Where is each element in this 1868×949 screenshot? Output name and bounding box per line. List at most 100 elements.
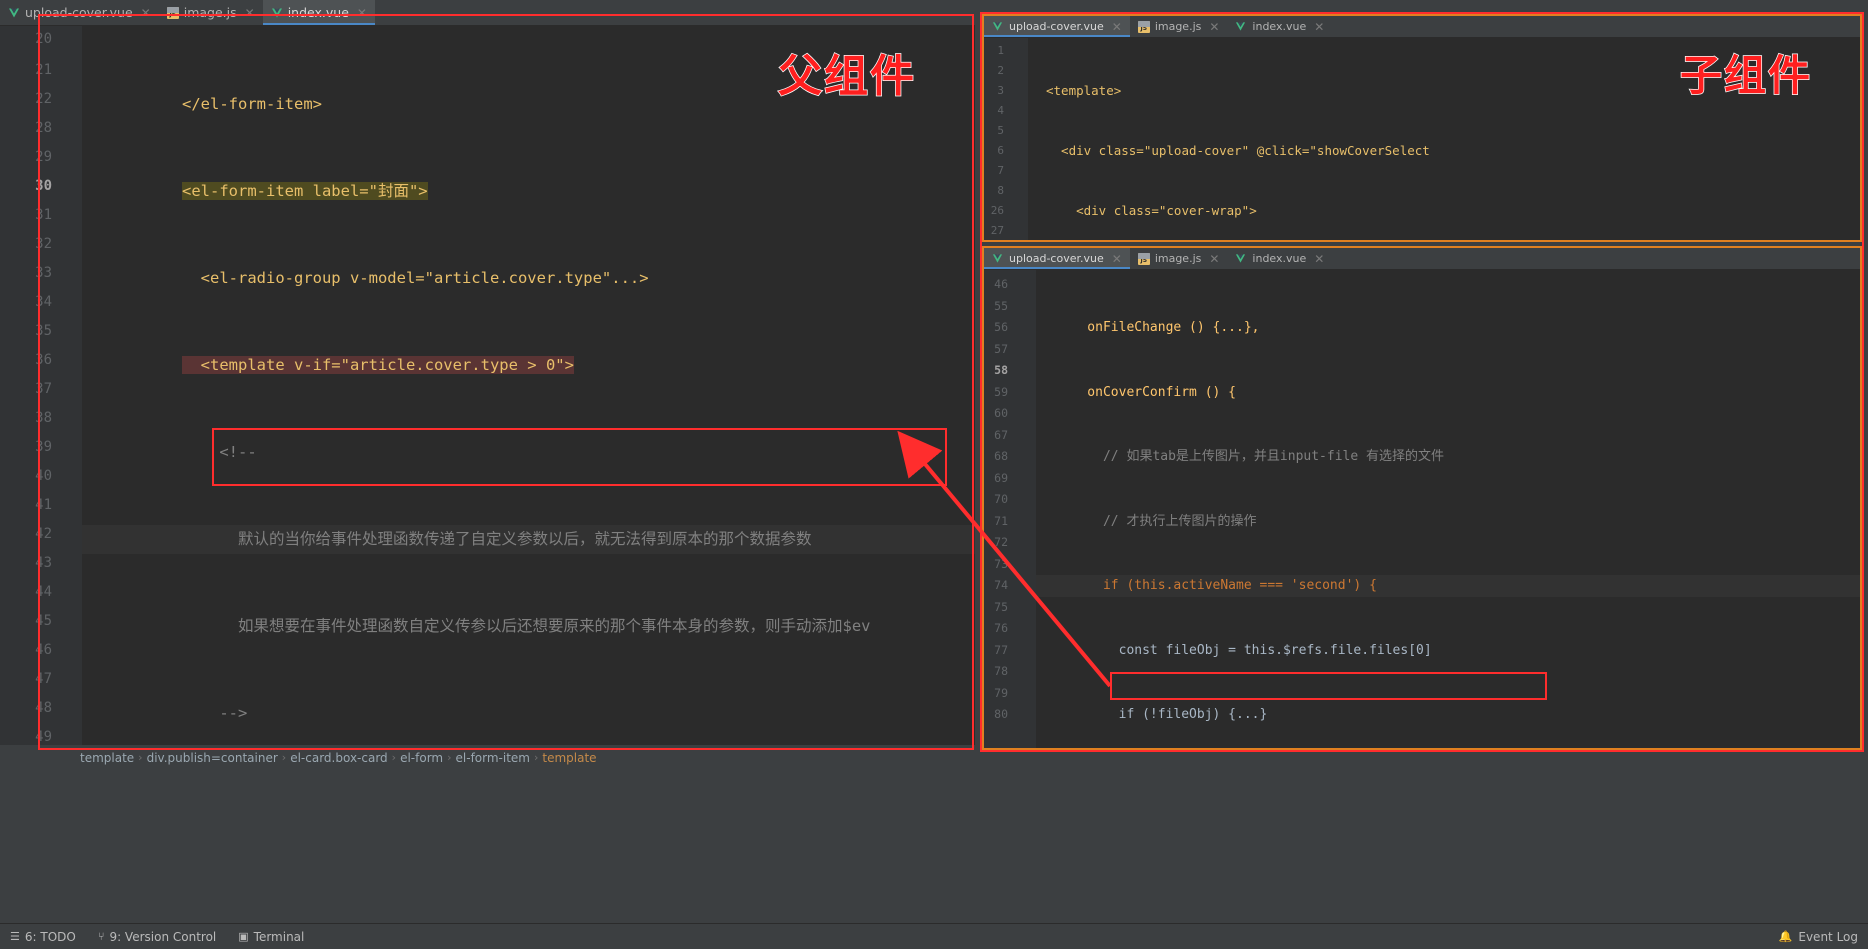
left-code-content[interactable]: </el-form-item> <el-form-item label="封面"…: [82, 26, 975, 745]
line-number: 4: [997, 104, 1004, 117]
close-icon[interactable]: ✕: [1209, 252, 1219, 266]
right-bottom-editor-panel: upload-cover.vue ✕ JS image.js ✕ index.v…: [982, 246, 1862, 750]
line-number: 74: [994, 578, 1008, 592]
code-text: <el-radio-group v-model="article.cover.t…: [182, 269, 649, 287]
line-number: 67: [994, 427, 1008, 442]
chevron-right-icon: ›: [391, 751, 397, 764]
line-number: 70: [994, 492, 1008, 506]
right-bottom-fold-column[interactable]: [1014, 270, 1036, 748]
tab-index-vue[interactable]: index.vue ✕: [1227, 16, 1332, 37]
right-top-fold-column[interactable]: [1010, 38, 1028, 240]
chevron-right-icon: ›: [447, 751, 452, 764]
breadcrumb-item[interactable]: template: [80, 751, 134, 765]
code-text: onFileChange () {...},: [1056, 320, 1260, 335]
status-label: Terminal: [253, 929, 305, 944]
code-line: 默认的当你给事件处理函数传递了自定义参数以后，就无法得到原本的那个数据参数: [82, 525, 975, 554]
status-version-control[interactable]: ⑂ 9: Version Control: [98, 930, 216, 944]
status-todo[interactable]: ☰ 6: TODO: [10, 930, 76, 944]
code-text: 如果想要在事件处理函数自定义传参以后还想要原来的那个事件本身的参数，则手动添加$…: [182, 617, 871, 635]
vue-icon: [1235, 21, 1247, 33]
breadcrumb-item[interactable]: template: [542, 751, 596, 765]
chevron-right-icon: ›: [138, 751, 143, 764]
close-icon[interactable]: ✕: [1112, 20, 1122, 34]
code-text: 默认的当你给事件处理函数传递了自定义参数以后，就无法得到原本的那个数据参数: [182, 530, 812, 548]
code-line: -->: [82, 699, 975, 728]
line-number: 71: [994, 513, 1008, 528]
close-icon[interactable]: ✕: [245, 6, 255, 20]
code-line: <el-form-item label="封面">: [82, 177, 975, 206]
breadcrumb-item[interactable]: el-form: [400, 751, 443, 765]
vue-icon: [1235, 253, 1247, 265]
line-number: 59: [994, 384, 1008, 399]
breadcrumb-item[interactable]: el-card.box-card: [290, 751, 387, 765]
tab-label: image.js: [183, 5, 237, 20]
close-icon[interactable]: ✕: [141, 6, 151, 20]
right-bottom-code-content[interactable]: onFileChange () {...}, onCoverConfirm ()…: [1036, 270, 1860, 748]
line-number: 27: [990, 224, 1004, 237]
tab-label: upload-cover.vue: [1009, 252, 1104, 265]
left-code-editor[interactable]: 20 21 22 28 29 30 31 32 33 34 35 36 37 3…: [0, 26, 975, 745]
line-number: 77: [994, 642, 1008, 657]
bell-icon: 🔔: [1778, 930, 1793, 943]
close-icon[interactable]: ✕: [1112, 252, 1122, 266]
line-number: 20: [35, 31, 52, 47]
close-icon[interactable]: ✕: [1314, 20, 1324, 34]
tab-image-js[interactable]: JS image.js ✕: [1130, 248, 1228, 269]
line-number: 5: [997, 124, 1004, 137]
left-tabbar: upload-cover.vue ✕ JS image.js ✕ index.v…: [0, 0, 975, 26]
line-number: 75: [994, 599, 1008, 614]
line-number: 79: [994, 685, 1008, 700]
close-icon[interactable]: ✕: [1314, 252, 1324, 266]
line-number: 49: [35, 729, 52, 745]
right-top-editor-panel: upload-cover.vue ✕ JS image.js ✕ index.v…: [982, 14, 1862, 242]
left-fold-column[interactable]: [58, 26, 82, 745]
tab-label: image.js: [1154, 252, 1202, 265]
terminal-icon: ▣: [238, 930, 249, 943]
breadcrumb-item[interactable]: el-form-item: [456, 751, 530, 765]
right-top-code-content[interactable]: <template> <div class="upload-cover" @cl…: [1028, 38, 1860, 240]
close-icon[interactable]: ✕: [1209, 20, 1219, 34]
code-text: const fileObj = this.$refs.file.files[0]: [1056, 642, 1432, 658]
tab-label: image.js: [1154, 20, 1202, 33]
line-number: 32: [35, 236, 52, 252]
tab-index-vue[interactable]: index.vue ✕: [262, 0, 376, 25]
line-number: 8: [997, 184, 1004, 197]
code-text: <!--: [182, 443, 257, 461]
code-text: if (!fileObj) {...}: [1056, 707, 1268, 722]
status-event-log[interactable]: 🔔 Event Log: [1779, 930, 1858, 944]
tab-image-js[interactable]: JS image.js ✕: [159, 0, 263, 25]
line-number: 33: [35, 265, 52, 281]
line-number: 76: [994, 621, 1008, 635]
tab-upload-cover-vue[interactable]: upload-cover.vue ✕: [0, 0, 159, 25]
line-number: 69: [994, 470, 1008, 485]
chevron-right-icon: ›: [533, 751, 539, 764]
line-number: 35: [35, 323, 52, 339]
tab-upload-cover-vue[interactable]: upload-cover.vue ✕: [984, 16, 1130, 37]
code-text: <div class="upload-cover" @click="showCo…: [1046, 143, 1430, 158]
right-top-tabbar: upload-cover.vue ✕ JS image.js ✕ index.v…: [984, 16, 1860, 38]
status-bar: ☰ 6: TODO ⑂ 9: Version Control ▣ Termina…: [0, 923, 1868, 949]
code-line: const fileObj = this.$refs.file.files[0]: [1036, 640, 1860, 662]
vue-icon: [992, 253, 1004, 265]
status-terminal[interactable]: ▣ Terminal: [238, 930, 304, 944]
line-number: 42: [35, 526, 52, 542]
tab-label: index.vue: [287, 5, 349, 20]
line-number: 3: [997, 84, 1004, 97]
breadcrumb-item[interactable]: div.publish=container: [147, 751, 278, 765]
tab-index-vue[interactable]: index.vue ✕: [1227, 248, 1332, 269]
vue-icon: [8, 7, 20, 19]
branch-icon: ⑂: [97, 930, 105, 943]
close-icon[interactable]: ✕: [357, 6, 367, 20]
todo-icon: ☰: [10, 930, 20, 943]
right-bottom-code-editor[interactable]: 46 55 56 57 58 59 60 67 68 69 70 71 72 7…: [984, 270, 1860, 748]
js-icon: JS: [1137, 20, 1150, 33]
tab-upload-cover-vue[interactable]: upload-cover.vue ✕: [984, 248, 1130, 269]
right-top-code-editor[interactable]: 1 2 3 4 5 6 7 8 26 27 <template> <div cl…: [984, 38, 1860, 240]
line-number: 80: [994, 707, 1008, 721]
tab-image-js[interactable]: JS image.js ✕: [1130, 16, 1228, 37]
right-bottom-tabbar: upload-cover.vue ✕ JS image.js ✕ index.v…: [984, 248, 1860, 270]
js-icon: JS: [1137, 252, 1150, 265]
line-number: 43: [35, 555, 52, 571]
left-editor-panel: upload-cover.vue ✕ JS image.js ✕ index.v…: [0, 0, 975, 770]
code-text: <template>: [1046, 83, 1122, 98]
